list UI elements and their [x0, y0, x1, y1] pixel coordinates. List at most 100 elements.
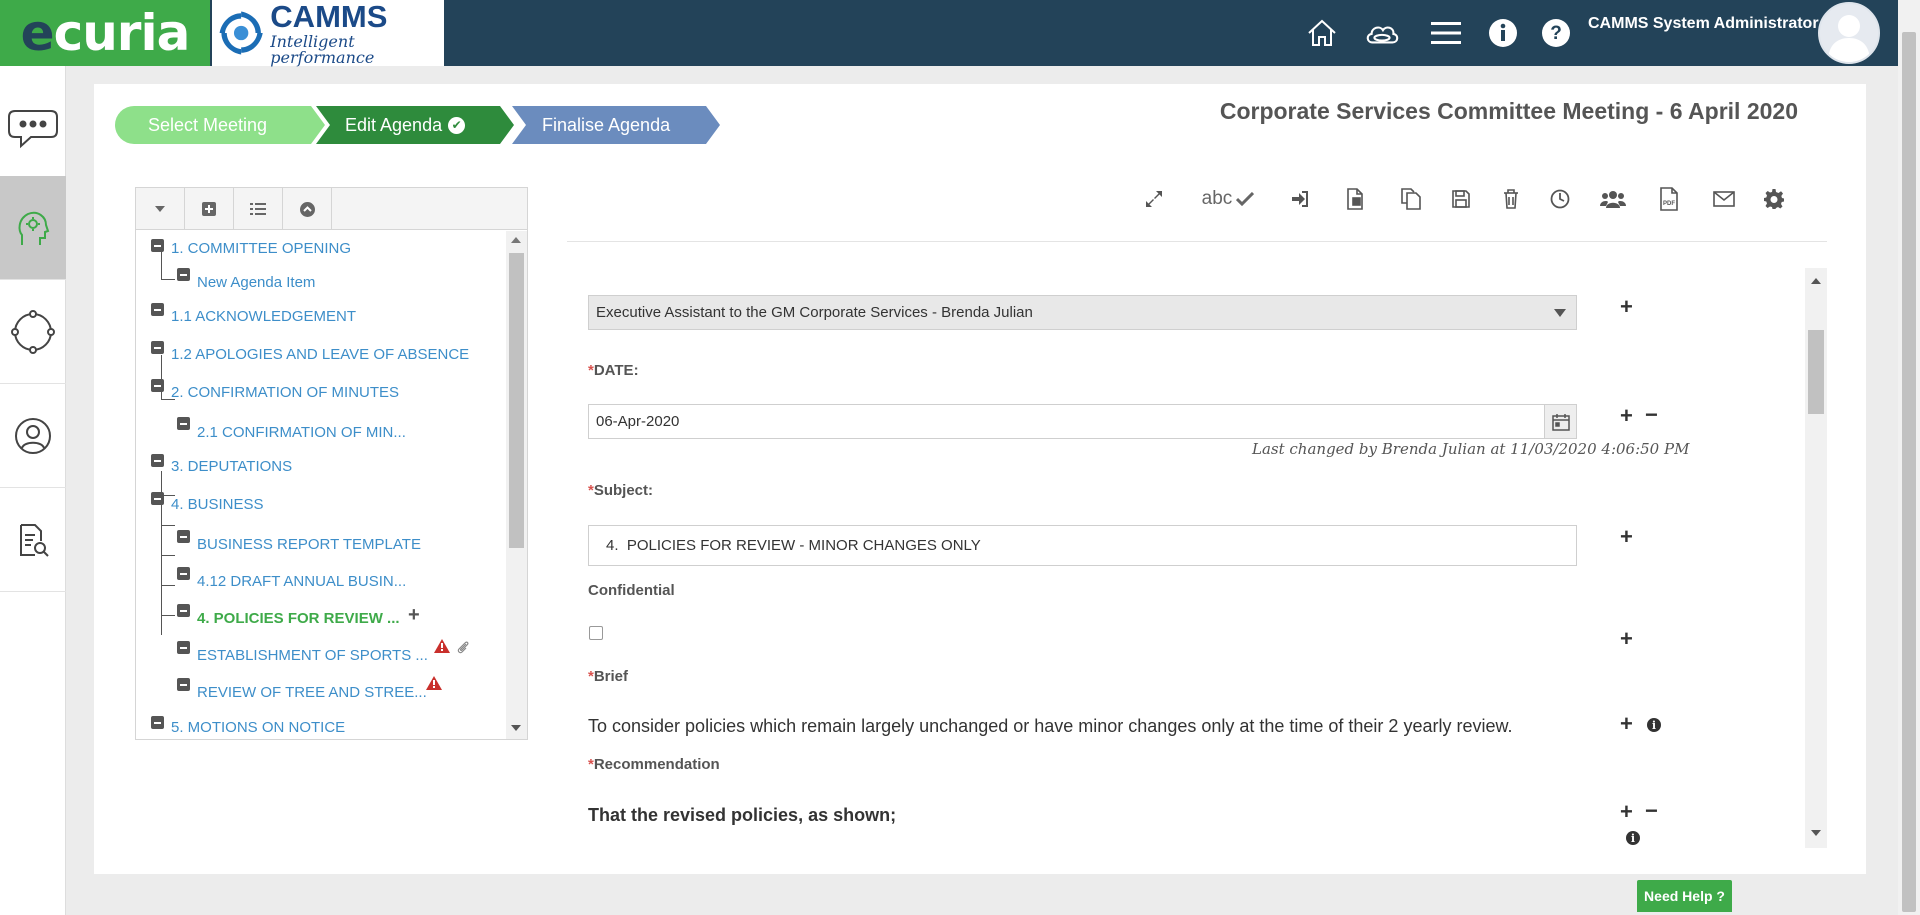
camms-swirl-icon [217, 9, 265, 57]
clock-icon[interactable] [1549, 184, 1571, 214]
tree-node[interactable]: 1. COMMITTEE OPENING [171, 240, 351, 257]
brief-info-icon[interactable]: i [1647, 718, 1661, 732]
warning-icon [434, 639, 450, 653]
cycle-icon [11, 309, 55, 354]
expand-icon[interactable] [1143, 184, 1165, 214]
user-name[interactable]: CAMMS System Administrator [1588, 15, 1819, 33]
tree-node[interactable]: 1.1 ACKNOWLEDGEMENT [171, 308, 356, 325]
user-icon [15, 417, 51, 454]
tree-toggle[interactable] [177, 678, 190, 691]
brief-text[interactable]: To consider policies which remain largel… [588, 716, 1512, 737]
page-scrollbar[interactable] [1898, 0, 1920, 915]
ecuria-logo[interactable]: ecuria [0, 0, 210, 66]
sidebar-item-cycle[interactable] [0, 280, 66, 384]
tree-toggle[interactable] [151, 716, 164, 729]
add-confidential-button[interactable]: + [1620, 628, 1633, 650]
paperclip-icon[interactable] [457, 640, 469, 654]
tree-node[interactable]: 1.2 APOLOGIES AND LEAVE OF ABSENCE [171, 346, 469, 363]
tree-node[interactable]: BUSINESS REPORT TEMPLATE [197, 536, 421, 553]
author-select[interactable]: Executive Assistant to the GM Corporate … [588, 295, 1577, 330]
confidential-checkbox[interactable] [589, 626, 603, 640]
left-sidebar [0, 66, 66, 915]
tree-toggle[interactable] [151, 492, 164, 505]
add-brief-button[interactable]: + [1620, 713, 1633, 735]
caret-down-icon[interactable] [136, 188, 185, 230]
step-finalise-agenda[interactable]: Finalise Agenda [512, 106, 720, 144]
tree-toggle[interactable] [177, 641, 190, 654]
agenda-item-form: Executive Assistant to the GM Corporate … [567, 268, 1810, 848]
tree-toggle[interactable] [177, 417, 190, 430]
tree-node-active[interactable]: 4. POLICIES FOR REVIEW ... [197, 610, 400, 627]
users-icon[interactable] [1600, 184, 1626, 214]
sign-in-icon[interactable] [1289, 184, 1311, 214]
pdf-icon[interactable]: PDF [1657, 184, 1681, 214]
remove-date-button[interactable]: − [1645, 404, 1658, 426]
add-subject-button[interactable]: + [1620, 526, 1633, 548]
tree-scrollbar[interactable] [506, 231, 527, 739]
gear-icon[interactable] [1763, 184, 1785, 214]
home-icon[interactable] [1304, 15, 1340, 51]
step-select-meeting[interactable]: Select Meeting [115, 106, 325, 144]
cloud-icon[interactable] [1364, 15, 1400, 51]
tree-node[interactable]: ESTABLISHMENT OF SPORTS ... [197, 647, 428, 664]
camms-name: CAMMS [270, 0, 388, 34]
tree-node[interactable]: REVIEW OF TREE AND STREE... [197, 684, 427, 701]
tree-node[interactable]: 5. MOTIONS ON NOTICE [171, 719, 345, 736]
add-author-button[interactable]: + [1620, 296, 1633, 318]
help-icon[interactable]: ? [1538, 15, 1574, 51]
menu-icon[interactable] [1428, 15, 1464, 51]
subject-field[interactable]: 4. POLICIES FOR REVIEW - MINOR CHANGES O… [588, 525, 1577, 566]
tree-node[interactable]: 3. DEPUTATIONS [171, 458, 292, 475]
report-icon[interactable] [1344, 184, 1366, 214]
plus-square-icon[interactable] [185, 188, 234, 230]
tree-node[interactable]: New Agenda Item [197, 274, 315, 291]
copy-icon[interactable] [1400, 184, 1422, 214]
recommendation-text[interactable]: That the revised policies, as shown; [588, 805, 896, 826]
step-edit-agenda[interactable]: Edit Agenda ✔ [316, 106, 514, 144]
add-recommendation-button[interactable]: + [1620, 801, 1633, 823]
tree-toggle[interactable] [151, 454, 164, 467]
form-scrollbar[interactable] [1805, 268, 1827, 848]
svg-text:?: ? [1550, 23, 1562, 44]
tree-node[interactable]: 2.1 CONFIRMATION OF MIN... [197, 424, 406, 441]
envelope-icon[interactable] [1712, 184, 1736, 214]
tree-toggle[interactable] [151, 341, 164, 354]
tree-toggle[interactable] [151, 303, 164, 316]
tree-toggle[interactable] [177, 604, 190, 617]
add-date-button[interactable]: + [1620, 405, 1633, 427]
sidebar-item-chat[interactable] [0, 76, 66, 180]
trash-icon[interactable] [1500, 184, 1522, 214]
top-bar: ecuria CAMMS Intelligent performance ? C… [0, 0, 1898, 66]
tree-toggle[interactable] [177, 530, 190, 543]
date-field[interactable]: 06-Apr-2020 [588, 404, 1577, 439]
camms-tagline: Intelligent performance [270, 31, 375, 67]
calendar-icon[interactable] [1544, 405, 1576, 438]
tree-node[interactable]: 4. BUSINESS [171, 496, 264, 513]
recommendation-info-icon[interactable]: i [1626, 831, 1640, 845]
add-child-button[interactable]: + [408, 604, 420, 627]
caret-down-icon [1554, 309, 1566, 317]
tree-toggle[interactable] [151, 379, 164, 392]
tree-toggle[interactable] [151, 239, 164, 252]
tree-toggle[interactable] [177, 268, 190, 281]
tree-node[interactable]: 2. CONFIRMATION OF MINUTES [171, 384, 399, 401]
svg-text:PDF: PDF [1663, 201, 1675, 207]
recommendation-label: *Recommendation [588, 756, 720, 773]
need-help-button[interactable]: Need Help ? [1637, 880, 1732, 912]
tree-node[interactable]: 4.12 DRAFT ANNUAL BUSIN... [197, 573, 406, 590]
content-toolbar: abc PDF [567, 178, 1827, 242]
spellcheck-icon[interactable]: abc [1197, 184, 1259, 214]
sidebar-item-user[interactable] [0, 384, 66, 488]
spellcheck-label: abc [1201, 188, 1233, 209]
tree-toggle[interactable] [177, 567, 190, 580]
sidebar-item-document-search[interactable] [0, 488, 66, 592]
avatar[interactable] [1818, 2, 1880, 64]
meeting-title: Corporate Services Committee Meeting - 6… [1219, 98, 1798, 124]
chevron-up-circle-icon[interactable] [283, 188, 332, 230]
save-icon[interactable] [1450, 184, 1472, 214]
remove-recommendation-button[interactable]: − [1645, 800, 1658, 822]
list-icon[interactable] [234, 188, 283, 230]
brief-label: *Brief [588, 668, 629, 685]
sidebar-item-meetings[interactable] [0, 176, 66, 280]
info-icon[interactable] [1485, 15, 1521, 51]
